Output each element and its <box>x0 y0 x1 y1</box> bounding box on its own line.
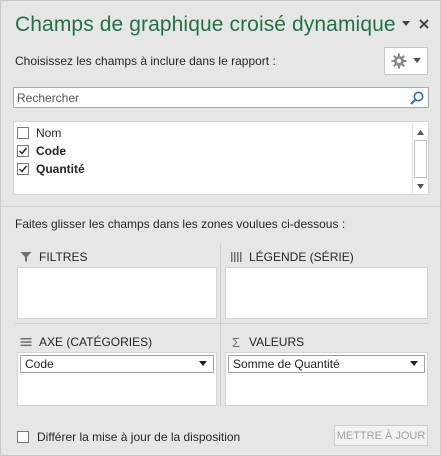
update-button[interactable]: METTRE À JOUR <box>334 425 428 446</box>
legend-area-header: LÉGENDE (SÉRIE) <box>229 249 354 265</box>
field-label: Nom <box>36 126 62 140</box>
defer-update-checkbox-row[interactable]: Différer la mise à jour de la dispositio… <box>17 430 240 444</box>
legend-area-label: LÉGENDE (SÉRIE) <box>249 250 354 264</box>
filters-area-header: FILTRES <box>19 249 87 265</box>
dropdown-arrow-icon <box>199 361 207 366</box>
axis-field-label: Code <box>25 357 54 371</box>
tools-button[interactable] <box>384 47 428 75</box>
filters-drop-zone[interactable] <box>17 267 217 319</box>
field-list-scrollbar[interactable] <box>412 124 427 193</box>
defer-update-label: Différer la mise à jour de la dispositio… <box>37 430 241 444</box>
chevron-down-icon <box>402 21 410 26</box>
gear-icon <box>391 53 407 69</box>
axis-area-header: AXE (CATÉGORIES) <box>19 334 152 350</box>
section-divider <box>1 206 441 207</box>
field-list: Nom Code Quantité <box>13 121 429 195</box>
arrow-down-icon <box>417 183 424 189</box>
columns-icon <box>229 250 243 264</box>
rows-icon <box>19 335 33 349</box>
scroll-thumb[interactable] <box>414 140 427 178</box>
values-area-header: Σ VALEURS <box>229 334 304 350</box>
close-icon <box>419 19 429 29</box>
filter-icon <box>19 250 33 264</box>
values-field-dropdown[interactable]: Somme de Quantité <box>228 355 425 373</box>
field-item-code[interactable]: Code <box>17 142 66 160</box>
pane-options-button[interactable] <box>397 15 415 33</box>
field-checkbox-quantite[interactable] <box>17 163 29 175</box>
scroll-up-button[interactable] <box>414 126 427 138</box>
pivot-chart-fields-pane: Champs de graphique croisé dynamique Cho… <box>0 0 441 456</box>
field-item-quantite[interactable]: Quantité <box>17 160 85 178</box>
checkmark-icon <box>19 165 28 173</box>
legend-drop-zone[interactable] <box>225 267 428 319</box>
scroll-down-button[interactable] <box>414 180 427 192</box>
axis-area-label: AXE (CATÉGORIES) <box>39 335 153 349</box>
values-drop-zone[interactable]: Somme de Quantité <box>225 352 428 406</box>
values-area-label: VALEURS <box>249 335 305 349</box>
search-input[interactable] <box>14 88 404 107</box>
areas-instructions: Faites glisser les champs dans les zones… <box>15 217 346 231</box>
pane-title: Champs de graphique croisé dynamique <box>15 13 396 36</box>
filters-area-label: FILTRES <box>39 250 88 264</box>
areas-horizontal-separator <box>15 323 429 324</box>
field-chooser-instructions: Choisissez les champs à inclure dans le … <box>15 54 276 68</box>
areas-vertical-separator <box>220 244 221 407</box>
search-box <box>13 87 429 108</box>
field-label: Quantité <box>36 162 85 176</box>
close-button[interactable] <box>415 15 433 33</box>
axis-drop-zone[interactable]: Code <box>17 352 217 406</box>
field-label: Code <box>36 144 66 158</box>
field-checkbox-nom[interactable] <box>17 127 29 139</box>
checkmark-icon <box>19 147 28 155</box>
defer-update-checkbox[interactable] <box>17 431 29 443</box>
field-checkbox-code[interactable] <box>17 145 29 157</box>
arrow-up-icon <box>417 129 424 135</box>
values-field-label: Somme de Quantité <box>233 357 340 371</box>
field-item-nom[interactable]: Nom <box>17 124 61 142</box>
axis-field-dropdown[interactable]: Code <box>20 355 214 373</box>
chevron-down-icon <box>413 58 421 63</box>
sigma-icon: Σ <box>231 334 241 350</box>
dropdown-arrow-icon <box>410 361 418 366</box>
search-icon[interactable] <box>409 90 425 106</box>
